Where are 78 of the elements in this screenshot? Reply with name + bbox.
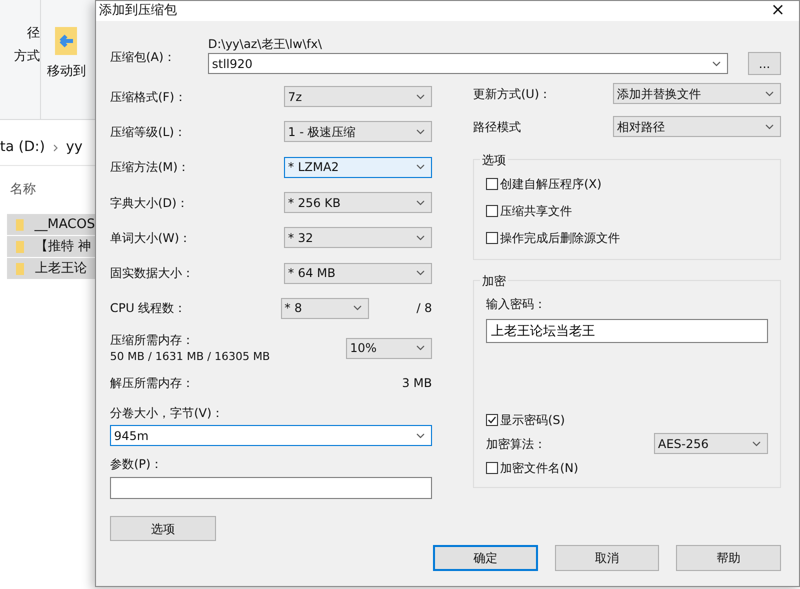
password-field[interactable]: 上老王论坛当老王	[486, 319, 768, 343]
caret-icon	[416, 432, 425, 439]
window-title: 添加到压缩包	[99, 2, 177, 20]
caret-icon	[765, 90, 774, 96]
checkbox[interactable]	[486, 462, 498, 474]
folder-icon	[15, 262, 27, 276]
field-label: 压缩格式(F)：	[110, 88, 186, 106]
checkbox[interactable]	[486, 232, 498, 244]
field-label: 字典大小(D)：	[110, 194, 189, 212]
dropdown[interactable]: 7z	[284, 86, 432, 108]
file-row[interactable]: __MACOS	[7, 214, 95, 236]
caret-icon	[416, 270, 425, 276]
caret-icon	[416, 94, 425, 100]
caret-icon	[765, 124, 774, 130]
dropdown[interactable]: * 64 MB	[284, 262, 432, 284]
caret-icon	[352, 305, 362, 312]
field-label: 压缩方法(M)：	[110, 159, 190, 176]
field-label: 解压所需内存：	[110, 375, 194, 392]
dropdown[interactable]: * LZMA2	[284, 156, 432, 178]
close-button[interactable]: ×	[770, 0, 785, 24]
folder-icon	[15, 240, 27, 254]
thread-count: / 8	[416, 300, 432, 318]
dropdown[interactable]: 相对路径	[613, 116, 781, 137]
field-label: 压缩等级(L)：	[110, 124, 186, 141]
checkbox-label: 加密文件名(N)	[500, 460, 578, 476]
caret-icon	[712, 60, 721, 66]
column-header[interactable]: 名称	[10, 182, 36, 197]
browse-button[interactable]: ...	[748, 52, 781, 75]
field-label: 分卷大小，字节(V)：	[110, 406, 224, 420]
archive-path: D:\yy\az\老王\lw\fx\	[208, 37, 322, 51]
checkbox-label: 操作完成后删除源文件	[500, 230, 620, 246]
dropdown[interactable]: 添加并替换文件	[613, 83, 781, 104]
checkbox-label: 显示密码(S)	[500, 412, 565, 428]
breadcrumb[interactable]: yy	[66, 137, 83, 158]
field-label: 压缩包(A)：	[110, 49, 177, 66]
dialog-button[interactable]: 取消	[554, 545, 660, 572]
dropdown[interactable]: 10%	[346, 338, 432, 359]
field-label: 更新方式(U)：	[473, 86, 552, 102]
dropdown[interactable]: 945m	[110, 425, 432, 446]
caret-icon	[416, 200, 425, 206]
field-label: 单词大小(W)：	[110, 230, 192, 247]
dropdown[interactable]: * 8	[280, 298, 368, 319]
caret-icon	[416, 234, 425, 241]
breadcrumb[interactable]: ta (D:)	[0, 137, 45, 158]
checkbox-label: 创建自解压程序(X)	[500, 176, 602, 192]
field-label: 压缩所需内存：	[110, 332, 194, 347]
caret-icon	[416, 164, 425, 170]
checkbox[interactable]	[486, 414, 498, 426]
dropdown[interactable]: stll920	[208, 53, 728, 74]
field-label: 参数(P)：	[110, 457, 163, 472]
ribbon-button[interactable]: 移动到	[47, 64, 86, 79]
field-label: 加密算法：	[486, 436, 546, 452]
caret-icon	[416, 345, 425, 352]
options-button[interactable]: 选项	[110, 516, 216, 542]
caret-icon	[416, 128, 425, 135]
field-label: 路径模式	[473, 118, 521, 136]
checkbox-label: 压缩共享文件	[500, 202, 572, 220]
ribbon-label: 径	[27, 26, 40, 41]
field-label: 输入密码：	[486, 297, 546, 311]
dropdown[interactable]: AES-256	[654, 433, 768, 454]
dropdown[interactable]: * 256 KB	[284, 192, 432, 214]
dropdown[interactable]: * 32	[284, 227, 432, 248]
field-label: 固实数据大小：	[110, 265, 194, 282]
checkbox[interactable]	[486, 178, 498, 190]
dialog-button[interactable]: 帮助	[676, 545, 782, 572]
dialog-button[interactable]: 确定	[433, 545, 538, 572]
caret-icon	[752, 440, 761, 446]
file-row[interactable]: 【推特 神	[7, 236, 95, 258]
memory-usage: 50 MB / 1631 MB / 16305 MB	[110, 350, 270, 363]
dropdown[interactable]: 1 - 极速压缩	[284, 121, 432, 142]
input-field[interactable]	[110, 477, 432, 500]
field-label: CPU 线程数：	[110, 300, 186, 318]
checkbox[interactable]	[486, 204, 498, 216]
ribbon-label: 方式	[14, 49, 40, 64]
chevron-icon	[52, 144, 58, 152]
file-row[interactable]: 上老王论	[7, 258, 95, 280]
memory-value: 3 MB	[402, 375, 432, 392]
group-title: 选项	[480, 151, 508, 169]
